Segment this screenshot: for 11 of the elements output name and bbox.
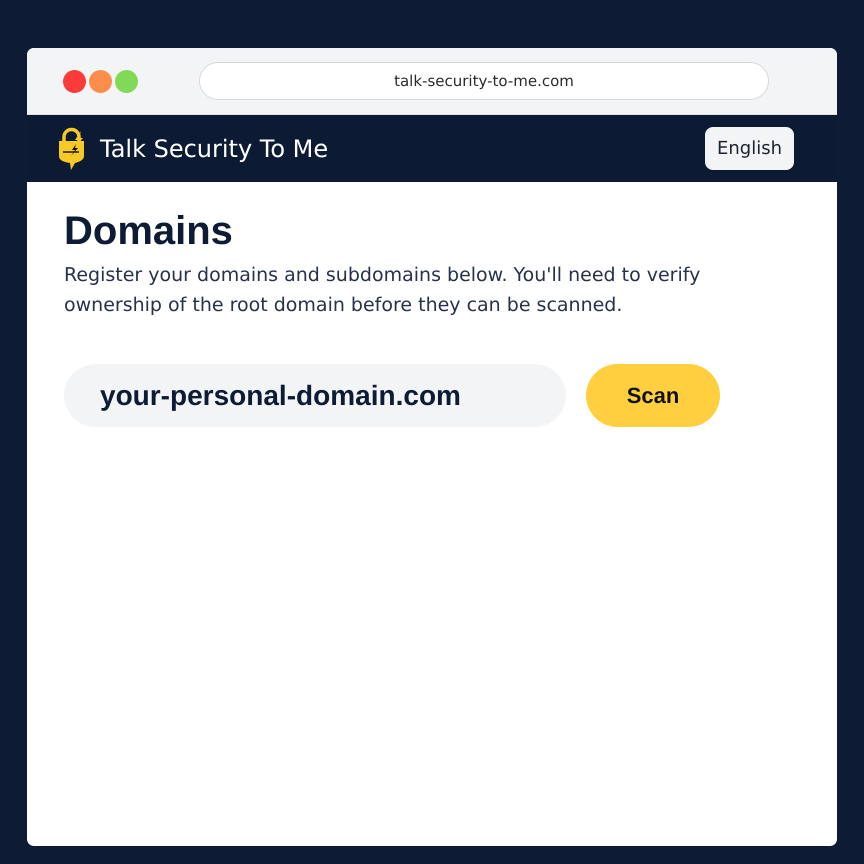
domain-input-field[interactable]: your-personal-domain.com [64,364,566,427]
address-bar[interactable]: talk-security-to-me.com [199,62,769,100]
window-control-dot-icon[interactable] [89,70,112,92]
padlock-logo-icon[interactable] [57,127,86,170]
page-heading: Domains [64,208,234,254]
window-control-dot-icon[interactable] [63,70,86,92]
window-control-dot-icon[interactable] [115,70,138,92]
page-description: Register your domains and subdomains below. You'll need to verify ownership of the root domain before they can be scanned. [64,263,702,318]
language-button[interactable]: English [705,127,794,170]
scan-button[interactable]: Scan [586,364,720,427]
site-title[interactable]: Talk Security To Me [100,134,328,162]
